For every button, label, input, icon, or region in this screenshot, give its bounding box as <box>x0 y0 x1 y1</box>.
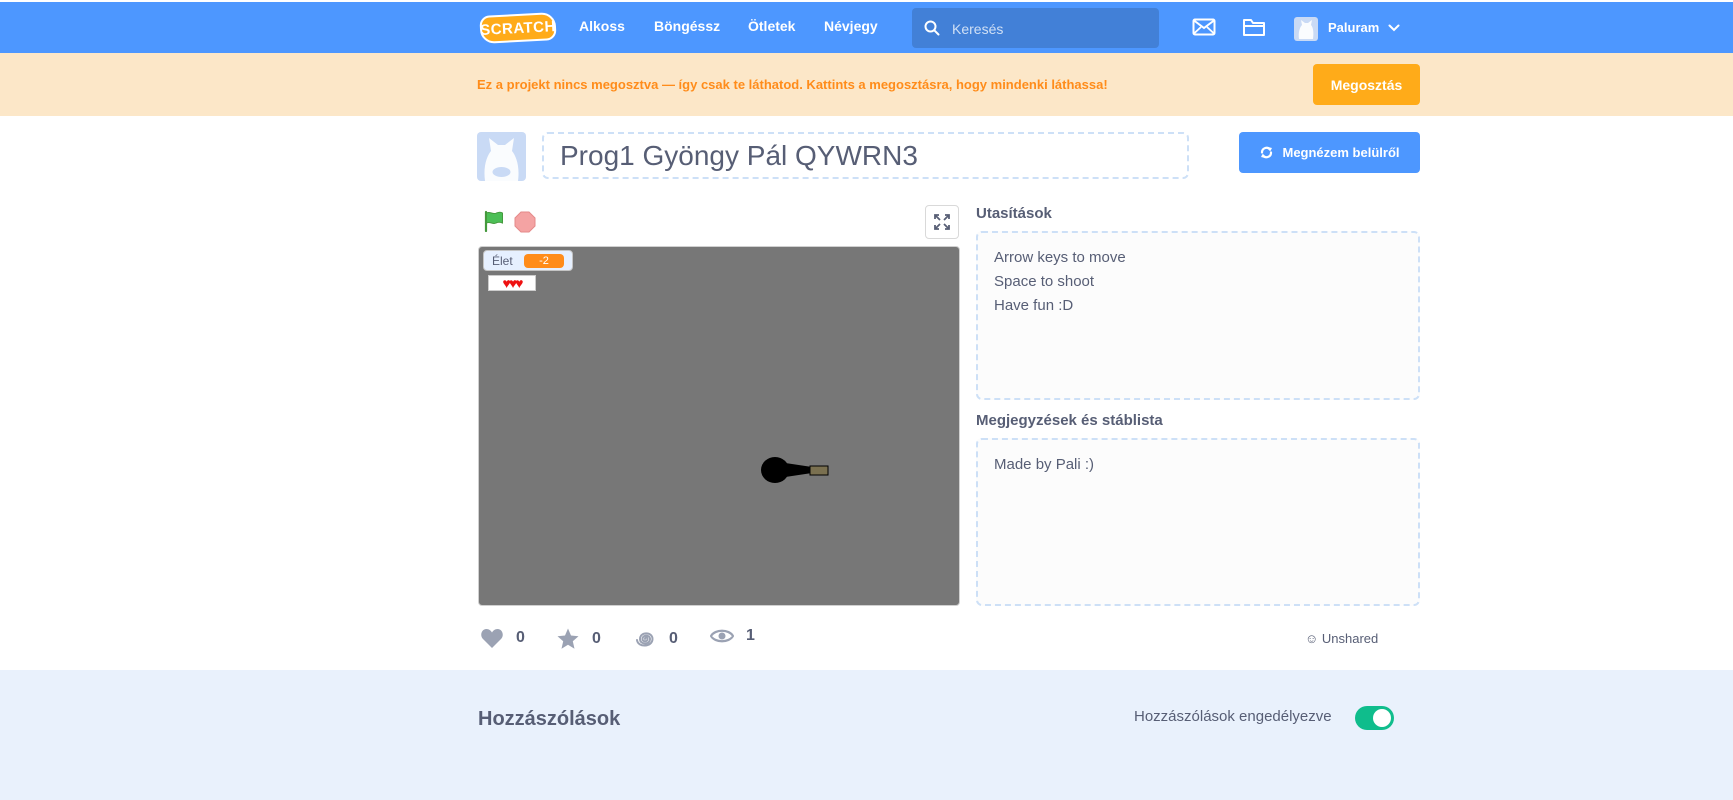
green-flag-icon[interactable] <box>483 210 505 232</box>
views-count: 1 <box>746 627 755 644</box>
remix-arrows-icon <box>1261 146 1273 159</box>
username[interactable]: Paluram <box>1328 20 1379 35</box>
remixes-count: 0 <box>669 630 678 647</box>
variable-monitor: Élet -2 <box>483 250 573 271</box>
nav-link-explore[interactable]: Böngéssz <box>654 18 720 34</box>
comments-toggle[interactable] <box>1355 706 1394 730</box>
mail-icon[interactable] <box>1192 17 1216 37</box>
see-inside-button[interactable]: Megnézem belülről <box>1239 132 1420 173</box>
project-author-avatar[interactable] <box>477 132 526 181</box>
comments-title: Hozzászólások <box>478 708 621 730</box>
notes-credits-textbox[interactable]: Made by Pali :) <box>976 438 1420 606</box>
heart-icon <box>481 629 503 648</box>
variable-name: Élet <box>492 254 513 268</box>
see-inside-label: Megnézem belülről <box>1282 145 1400 160</box>
remix-spiral-icon <box>636 632 654 647</box>
variable-value: -2 <box>524 254 564 268</box>
fullscreen-button[interactable] <box>925 205 959 239</box>
favorites-count: 0 <box>592 630 601 647</box>
scratch-logo[interactable]: SCRATCH <box>479 12 557 44</box>
folder-icon[interactable] <box>1242 17 1266 38</box>
share-button[interactable]: Megosztás <box>1313 64 1420 105</box>
cannon-sprite <box>761 457 829 483</box>
loves-stat[interactable]: 0 <box>480 627 525 649</box>
banner-message: Ez a projekt nincs megosztva — így csak … <box>477 77 1108 92</box>
notes-credits-label: Megjegyzések és stáblista <box>976 412 1163 429</box>
lives-hearts: ♥♥♥ <box>488 275 536 291</box>
top-navigation-bar: SCRATCH Alkoss Böngéssz Ötletek Névjegy … <box>0 0 1733 53</box>
project-stage[interactable]: Élet -2 ♥♥♥ <box>478 246 960 606</box>
share-status: ☺ Unshared <box>1305 631 1379 646</box>
project-title-input[interactable] <box>542 132 1189 179</box>
search-icon <box>924 20 940 36</box>
search-input[interactable] <box>950 8 1154 50</box>
nav-link-about[interactable]: Névjegy <box>824 18 878 34</box>
stop-sign-icon[interactable] <box>514 211 536 233</box>
remixes-stat: 0 <box>633 627 678 651</box>
user-avatar[interactable] <box>1294 17 1318 41</box>
nav-link-ideas[interactable]: Ötletek <box>748 18 795 34</box>
views-stat: 1 <box>710 627 755 645</box>
chevron-down-icon[interactable] <box>1388 24 1400 32</box>
instructions-textbox[interactable]: Arrow keys to move Space to shoot Have f… <box>976 231 1420 400</box>
nav-link-create[interactable]: Alkoss <box>579 18 625 34</box>
loves-count: 0 <box>516 629 525 646</box>
star-icon <box>557 628 579 649</box>
search-box[interactable] <box>912 8 1159 50</box>
unshared-banner: Ez a projekt nincs megosztva — így csak … <box>0 53 1733 116</box>
comments-section: Hozzászólások Hozzászólások engedélyezve <box>0 670 1733 800</box>
instructions-line: Space to shoot <box>994 273 1095 290</box>
comments-toggle-label: Hozzászólások engedélyezve <box>1134 708 1332 725</box>
instructions-label: Utasítások <box>976 205 1052 222</box>
instructions-line: Have fun :D <box>994 297 1074 314</box>
favorites-stat[interactable]: 0 <box>556 627 601 651</box>
fullscreen-icon <box>934 214 950 230</box>
eye-icon <box>710 629 734 643</box>
toggle-knob <box>1373 709 1391 727</box>
instructions-line: Arrow keys to move <box>994 249 1126 266</box>
notes-line: Made by Pali :) <box>994 456 1095 473</box>
